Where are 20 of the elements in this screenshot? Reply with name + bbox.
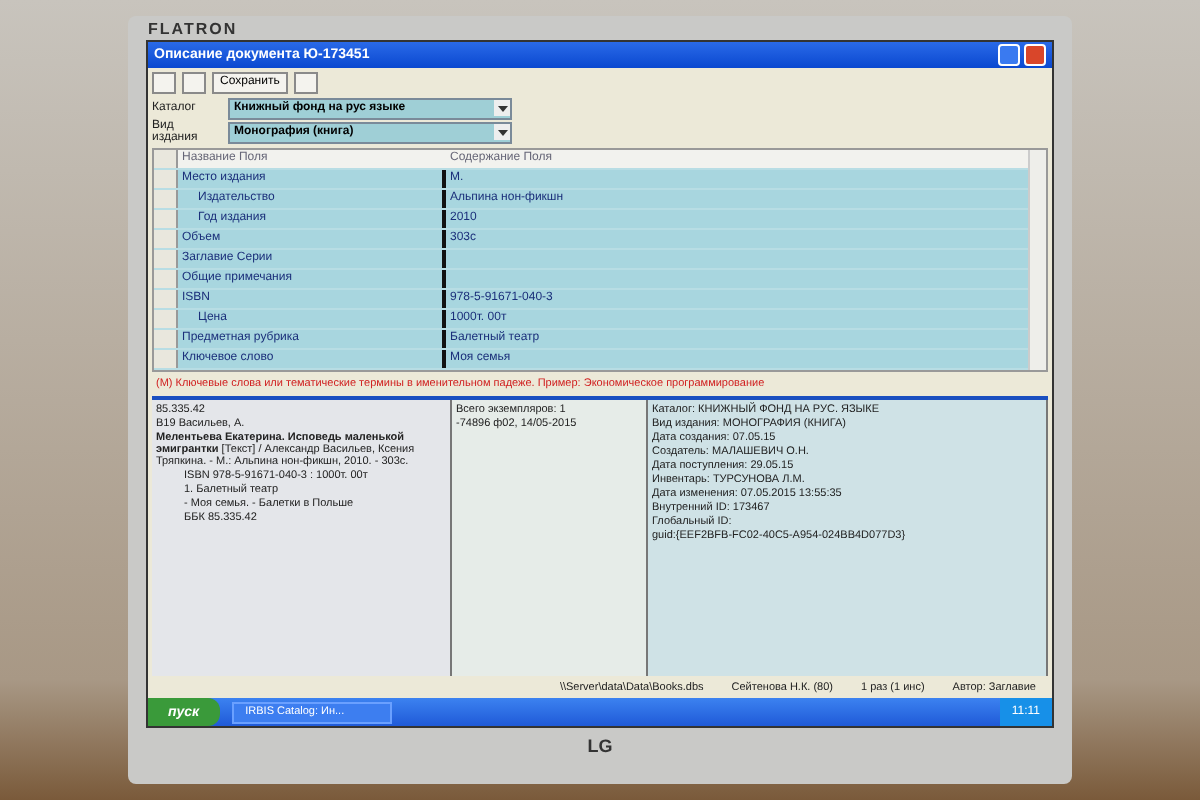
row-header[interactable] xyxy=(154,350,178,368)
maximize-button[interactable] xyxy=(998,44,1020,66)
caret-icon xyxy=(494,124,510,140)
monitor-logo: LG xyxy=(587,736,613,756)
row-header[interactable] xyxy=(154,210,178,228)
row-header[interactable] xyxy=(154,330,178,348)
row-header[interactable] xyxy=(154,250,178,268)
scrollbar[interactable] xyxy=(1028,150,1046,370)
toolbar-icon[interactable] xyxy=(182,71,206,93)
row-header[interactable] xyxy=(154,310,178,328)
row-header[interactable] xyxy=(154,170,178,188)
row-header[interactable] xyxy=(154,230,178,248)
caret-icon xyxy=(494,100,510,116)
row-header[interactable] xyxy=(154,290,178,308)
monitor-brand: FLATRON xyxy=(148,19,238,37)
row-header[interactable] xyxy=(154,270,178,288)
row-header[interactable] xyxy=(154,190,178,208)
close-button[interactable] xyxy=(1024,44,1046,66)
toolbar-icon[interactable] xyxy=(293,71,318,93)
toolbar-icon[interactable] xyxy=(152,71,176,93)
